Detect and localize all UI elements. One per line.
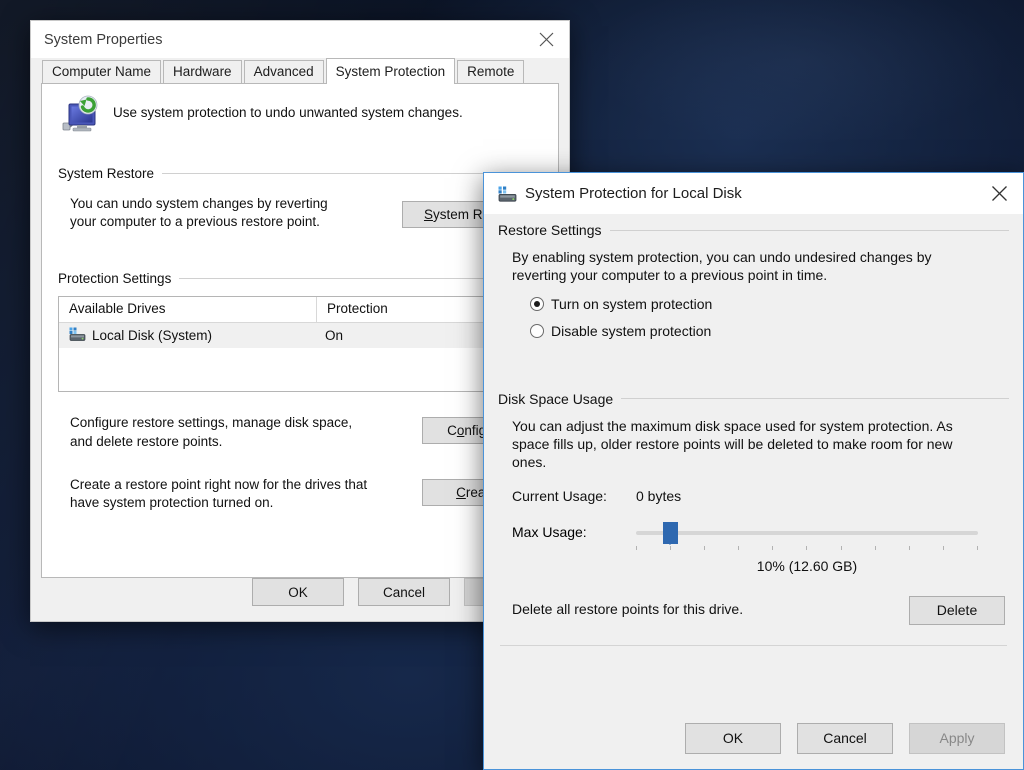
tab-strip: Computer Name Hardware Advanced System P…: [41, 58, 559, 83]
cell-drive-name: Local Disk (System): [59, 327, 317, 344]
disk-space-usage-group: Disk Space Usage You can adjust the maxi…: [498, 391, 1009, 574]
slider-track: [636, 531, 978, 535]
slider-tick: [909, 546, 910, 550]
radio-icon-unchecked: [530, 324, 544, 338]
delete-restore-points-row: Delete all restore points for this drive…: [498, 596, 1009, 625]
available-drives-list[interactable]: Available Drives Protection: [58, 296, 542, 392]
radio-icon-checked: [530, 297, 544, 311]
tab-remote[interactable]: Remote: [457, 60, 524, 83]
restore-settings-group-label: Restore Settings: [498, 222, 602, 238]
create-description: Create a restore point right now for the…: [70, 476, 370, 512]
dialog-close-button[interactable]: [975, 173, 1023, 214]
slider-tick: [943, 546, 944, 550]
slider-ticks: [636, 546, 978, 550]
create-row: Create a restore point right now for the…: [58, 476, 542, 512]
tab-advanced[interactable]: Advanced: [244, 60, 324, 83]
system-properties-titlebar: System Properties: [31, 21, 569, 58]
dialog-apply-button[interactable]: Apply: [909, 723, 1005, 754]
radio-disable-system-protection[interactable]: Disable system protection: [512, 323, 1009, 339]
tab-hardware[interactable]: Hardware: [163, 60, 242, 83]
system-protection-icon: [58, 93, 104, 144]
disk-space-usage-group-body: You can adjust the maximum disk space us…: [498, 407, 1009, 574]
system-restore-group: System Restore You can undo system chang…: [58, 166, 542, 231]
system-restore-description: You can undo system changes by reverting…: [70, 195, 350, 231]
list-header: Available Drives Protection: [59, 297, 541, 323]
ok-button[interactable]: OK: [252, 578, 344, 606]
hard-disk-icon: [69, 327, 86, 344]
slider-thumb[interactable]: [663, 522, 678, 544]
dialog-titlebar: System Protection for Local Disk: [484, 173, 1023, 214]
delete-description: Delete all restore points for this drive…: [512, 601, 743, 619]
footer-separator: [500, 645, 1007, 646]
system-restore-group-head: System Restore: [58, 166, 542, 181]
slider-tick: [670, 546, 671, 550]
system-protection-dialog: System Protection for Local Disk Restore…: [483, 172, 1024, 770]
hard-disk-icon: [498, 186, 517, 202]
restore-settings-group-body: By enabling system protection, you can u…: [498, 238, 1009, 339]
drive-name-label: Local Disk (System): [92, 328, 212, 343]
disk-space-usage-group-head: Disk Space Usage: [498, 391, 1009, 407]
max-usage-value: 10% (12.60 GB): [636, 558, 978, 574]
create-accesskey: C: [456, 485, 466, 500]
slider-tick: [806, 546, 807, 550]
close-icon: [991, 185, 1008, 202]
disk-space-usage-description: You can adjust the maximum disk space us…: [512, 418, 972, 472]
system-protection-tab-panel: Use system protection to undo unwanted s…: [41, 83, 559, 578]
slider-tick: [841, 546, 842, 550]
configure-row: Configure restore settings, manage disk …: [58, 414, 542, 450]
current-usage-value: 0 bytes: [636, 488, 681, 504]
dialog-cancel-button[interactable]: Cancel: [797, 723, 893, 754]
system-restore-accesskey: S: [424, 207, 433, 222]
radio-label-disable: Disable system protection: [551, 323, 711, 339]
group-rule: [610, 230, 1010, 231]
system-restore-group-label: System Restore: [58, 166, 154, 181]
restore-settings-description: By enabling system protection, you can u…: [512, 249, 964, 285]
protection-settings-group-head: Protection Settings: [58, 271, 542, 286]
table-row[interactable]: Local Disk (System) On: [59, 323, 541, 348]
intro-row: Use system protection to undo unwanted s…: [58, 84, 542, 144]
slider-tick: [738, 546, 739, 550]
tab-system-protection[interactable]: System Protection: [326, 58, 456, 84]
dialog-title: System Protection for Local Disk: [517, 185, 742, 202]
close-icon: [539, 32, 554, 47]
current-usage-label: Current Usage:: [512, 488, 636, 504]
max-usage-label: Max Usage:: [512, 522, 636, 540]
radio-turn-on-system-protection[interactable]: Turn on system protection: [512, 296, 1009, 312]
group-rule: [621, 398, 1009, 399]
slider-tick: [977, 546, 978, 550]
slider-tick: [875, 546, 876, 550]
dialog-body: Restore Settings By enabling system prot…: [484, 222, 1023, 646]
system-restore-group-body: You can undo system changes by reverting…: [58, 181, 542, 231]
current-usage-row: Current Usage: 0 bytes: [512, 488, 1009, 504]
max-usage-slider[interactable]: [636, 522, 978, 556]
radio-label-turn-on: Turn on system protection: [551, 296, 712, 312]
slider-tick: [636, 546, 637, 550]
slider-tick: [704, 546, 705, 550]
protection-settings-group: Protection Settings Available Drives Pro…: [58, 271, 542, 512]
disk-space-usage-group-label: Disk Space Usage: [498, 391, 613, 407]
column-header-available-drives[interactable]: Available Drives: [59, 297, 317, 322]
max-usage-row: Max Usage:: [512, 522, 1009, 556]
system-restore-row: You can undo system changes by reverting…: [70, 195, 542, 231]
system-properties-title: System Properties: [31, 32, 162, 48]
dialog-ok-button[interactable]: OK: [685, 723, 781, 754]
delete-button[interactable]: Delete: [909, 596, 1005, 625]
restore-settings-group-head: Restore Settings: [498, 222, 1009, 238]
cancel-button[interactable]: Cancel: [358, 578, 450, 606]
close-button[interactable]: [523, 21, 569, 59]
dialog-footer: OK Cancel Apply: [484, 707, 1023, 769]
configure-description: Configure restore settings, manage disk …: [70, 414, 365, 450]
slider-tick: [772, 546, 773, 550]
restore-settings-group: Restore Settings By enabling system prot…: [498, 222, 1009, 339]
protection-settings-group-label: Protection Settings: [58, 271, 171, 286]
tab-computer-name[interactable]: Computer Name: [42, 60, 161, 83]
intro-text: Use system protection to undo unwanted s…: [113, 93, 463, 120]
configure-button-label-pre: C: [447, 423, 457, 438]
